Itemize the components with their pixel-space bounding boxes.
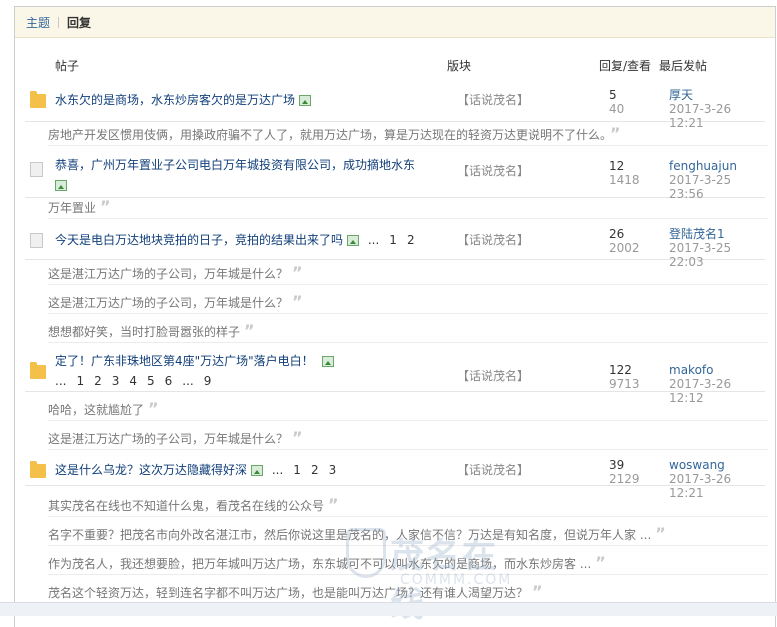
- thread-forum-link[interactable]: 【话说茂名】: [457, 161, 529, 181]
- image-attachment-icon: [251, 465, 264, 476]
- page-link[interactable]: 3: [112, 374, 120, 388]
- reply-snippet[interactable]: 哈哈，这就尴尬了”: [48, 399, 768, 421]
- reply-count: 26: [609, 227, 625, 241]
- thread-forum-link[interactable]: 【话说茂名】: [457, 366, 529, 386]
- last-post-author[interactable]: 登陆茂名1: [669, 227, 725, 241]
- quote-mark-icon: ”: [328, 495, 338, 514]
- page-link[interactable]: 2: [311, 463, 319, 477]
- page-links: ... 1 2 3: [267, 463, 341, 477]
- reply-snippet[interactable]: 房地产开发区惯用伎俩，用搡政府骗不了人了，就用万达广场，算是万达现在的轻资万达更…: [48, 124, 768, 146]
- thread-row: 恭喜，广州万年置业子公司电白万年城投资有限公司，成功摘地水东 【话说茂名】 12…: [25, 153, 765, 201]
- last-post-author[interactable]: woswang: [669, 458, 725, 472]
- quote-mark-icon: ”: [532, 582, 542, 601]
- thread-title[interactable]: 恭喜，广州万年置业子公司电白万年城投资有限公司，成功摘地水东: [55, 155, 435, 195]
- column-header-post: 帖子: [55, 59, 80, 73]
- page-link[interactable]: 2: [407, 233, 415, 247]
- last-post-author[interactable]: makofo: [669, 363, 713, 377]
- image-attachment-icon: [347, 235, 360, 246]
- page-link[interactable]: ...: [182, 374, 193, 388]
- page-link[interactable]: 1: [293, 463, 301, 477]
- quote-mark-icon: ”: [655, 524, 665, 543]
- thread-forum-link[interactable]: 【话说茂名】: [457, 230, 529, 250]
- document-icon: [30, 233, 43, 248]
- quote-mark-icon: ”: [292, 292, 302, 311]
- page-link[interactable]: 3: [329, 463, 337, 477]
- view-count: 2002: [609, 241, 640, 255]
- page-link[interactable]: 2: [94, 374, 102, 388]
- document-icon: [30, 162, 43, 177]
- tab-replies[interactable]: 回复: [67, 14, 91, 31]
- quote-mark-icon: ”: [148, 399, 158, 418]
- watermark-url: COMMM.COM: [400, 572, 513, 588]
- thread-forum-link[interactable]: 【话说茂名】: [457, 460, 529, 480]
- reply-count: 12: [609, 159, 625, 173]
- quote-mark-icon: ”: [610, 124, 620, 143]
- tab-bar: 主题 回复: [15, 7, 775, 38]
- page-link[interactable]: 6: [165, 374, 173, 388]
- reply-snippet[interactable]: 其实茂名在线也不知道什么鬼，看茂名在线的公众号”: [48, 495, 768, 517]
- bottom-scroll-strip: [0, 602, 777, 616]
- thread-title[interactable]: 今天是电白万达地块竞拍的日子，竞拍的结果出来了吗 ... 1 2: [55, 230, 420, 250]
- page-link[interactable]: 4: [129, 374, 137, 388]
- image-attachment-icon: [321, 356, 334, 367]
- page-links: ... 1 2: [363, 233, 420, 247]
- last-post-author[interactable]: fenghuajun: [669, 159, 737, 173]
- column-header-forum: 版块: [447, 59, 472, 73]
- page-link[interactable]: 5: [147, 374, 155, 388]
- thread-row: 今天是电白万达地块竞拍的日子，竞拍的结果出来了吗 ... 1 2 【话说茂名】 26…: [25, 223, 765, 269]
- last-post-author[interactable]: 厚天: [669, 88, 693, 102]
- reply-snippet[interactable]: 这是湛江万达广场的子公司，万年城是什么？”: [48, 263, 768, 285]
- image-attachment-icon: [55, 180, 67, 191]
- column-header-last-post: 最后发帖: [659, 59, 708, 73]
- hot-folder-icon: [30, 362, 46, 379]
- reply-snippet[interactable]: 万年置业”: [48, 197, 768, 219]
- quote-mark-icon: ”: [595, 553, 605, 572]
- thread-row: 水东欠的是商场，水东炒房客欠的是万达广场 【话说茂名】 5 40 厚天 2017…: [25, 87, 765, 130]
- view-count: 9713: [609, 377, 640, 391]
- reply-snippet[interactable]: 这是湛江万达广场的子公司，万年城是什么？”: [48, 428, 768, 450]
- reply-count: 39: [609, 458, 625, 472]
- page-link[interactable]: ...: [55, 374, 66, 388]
- view-count: 1418: [609, 173, 640, 187]
- thread-title[interactable]: 水东欠的是商场，水东炒房客欠的是万达广场: [55, 90, 312, 110]
- thread-row: 这是什么乌龙？这次万达隐藏得好深 ... 1 2 3 【话说茂名】 39 2129 w…: [25, 455, 765, 500]
- quote-mark-icon: ”: [292, 263, 302, 282]
- reply-snippet[interactable]: 这是湛江万达广场的子公司，万年城是什么？”: [48, 292, 768, 314]
- thread-title[interactable]: 这是什么乌龙？这次万达隐藏得好深 ... 1 2 3: [55, 460, 341, 480]
- shield-logo-icon: [346, 528, 386, 578]
- page-link[interactable]: 1: [76, 374, 84, 388]
- column-header-reply-view: 回复/查看: [599, 59, 652, 73]
- page-link[interactable]: ...: [272, 463, 283, 477]
- view-count: 2129: [609, 472, 640, 486]
- quote-mark-icon: ”: [100, 197, 110, 216]
- hot-folder-icon: [30, 91, 46, 108]
- reply-snippet[interactable]: 想想都好笑，当时打脸哥嚣张的样子”: [48, 321, 768, 343]
- reply-count: 122: [609, 363, 632, 377]
- page-link[interactable]: 1: [389, 233, 397, 247]
- image-attachment-icon: [299, 95, 312, 106]
- quote-mark-icon: ”: [244, 321, 254, 340]
- reply-count: 5: [609, 88, 617, 102]
- tab-divider: [58, 16, 60, 28]
- page-link[interactable]: ...: [368, 233, 379, 247]
- quote-mark-icon: ”: [292, 428, 302, 447]
- tab-topics[interactable]: 主题: [26, 14, 50, 31]
- view-count: 40: [609, 102, 625, 116]
- hot-folder-icon: [30, 461, 46, 478]
- thread-row: 定了！广东非珠地区第4座"万达广场"落户电白！... 1 2 3 4 5 6... 9 【话说…: [25, 347, 765, 405]
- page-link[interactable]: 9: [204, 374, 212, 388]
- thread-forum-link[interactable]: 【话说茂名】: [457, 90, 529, 110]
- site-watermark: 茂名在线 COMMM.COM: [292, 522, 532, 625]
- thread-title[interactable]: 定了！广东非珠地区第4座"万达广场"落户电白！... 1 2 3 4 5 6... 9: [55, 351, 334, 391]
- page-links: ... 1 2 3 4 5 6... 9: [55, 374, 216, 388]
